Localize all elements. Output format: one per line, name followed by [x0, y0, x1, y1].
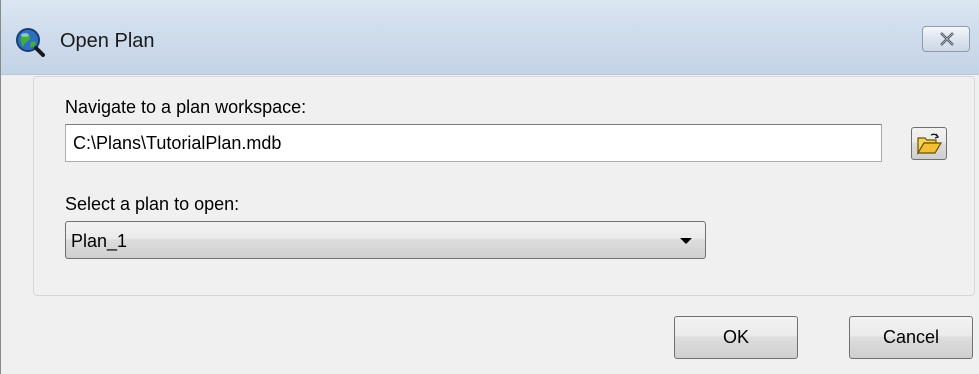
ok-button[interactable]: OK	[674, 316, 798, 359]
close-button[interactable]	[922, 26, 970, 52]
workspace-label: Navigate to a plan workspace:	[65, 97, 307, 117]
open-folder-icon	[916, 133, 942, 156]
workspace-path-input[interactable]	[65, 124, 882, 162]
chevron-down-icon	[680, 238, 692, 244]
globe-magnifier-icon	[15, 27, 45, 57]
plan-select-value: Plan_1	[71, 231, 128, 251]
window-title: Open Plan	[60, 30, 155, 52]
plan-select-label: Select a plan to open:	[65, 194, 240, 214]
open-plan-dialog: Open Plan Navigate to a plan workspace: …	[0, 0, 979, 374]
browse-workspace-button[interactable]	[911, 127, 947, 160]
title-bar[interactable]: Open Plan	[1, 0, 979, 75]
cancel-button[interactable]: Cancel	[849, 316, 973, 359]
plan-select-dropdown[interactable]: Plan_1	[65, 221, 706, 259]
close-icon	[940, 32, 954, 46]
